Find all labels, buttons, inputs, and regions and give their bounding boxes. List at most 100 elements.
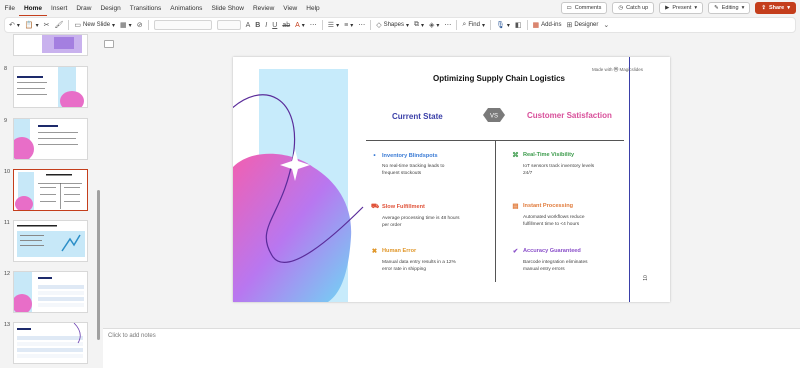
arrange-button[interactable]: ⧉ ▾	[414, 21, 424, 29]
bold-icon: B	[255, 21, 261, 29]
left-item-human-error: ✖ Human Error Manual data entry results i…	[371, 248, 456, 273]
comments-button[interactable]: ▭ Comments	[560, 2, 608, 14]
svg-text:VS: VS	[490, 114, 498, 120]
underline-button[interactable]: U	[272, 22, 277, 29]
font-color-button[interactable]: A ▾	[295, 22, 305, 29]
menu-bar: File Home Insert Draw Design Transitions…	[0, 0, 800, 17]
designer-button[interactable]: ⊞ Designer	[567, 21, 599, 29]
notes-pane[interactable]: Click to add notes	[103, 328, 800, 368]
slide-page-number: 10	[642, 275, 649, 281]
divider	[68, 20, 70, 30]
thumbnail-art	[17, 67, 84, 107]
more-icon: ⋯	[309, 22, 317, 29]
undo-button[interactable]: ↶ ▾	[9, 21, 20, 29]
chevron-down-icon: ⌄	[603, 22, 610, 29]
more-icon: ⋯	[358, 22, 366, 29]
undo-icon: ↶	[9, 22, 15, 29]
find-button[interactable]: ⌕ Find ▾	[462, 21, 485, 29]
dot-icon: •	[373, 152, 376, 159]
strikethrough-icon: ab	[282, 21, 291, 29]
font-size-select[interactable]	[216, 20, 241, 30]
chevron-down-icon: ▾	[694, 5, 698, 11]
shape-fill-icon: ◈	[428, 22, 435, 29]
layout-button[interactable]: ▦ ▾	[120, 21, 132, 29]
vs-badge: VS	[483, 108, 505, 122]
menu-design[interactable]: Design	[96, 5, 125, 12]
ribbon-more-button[interactable]: ⌄	[603, 21, 609, 29]
left-item-inventory: • Inventory Blindspots No real-time track…	[371, 152, 481, 177]
grow-font-icon: A	[245, 21, 251, 29]
hide-slide-button[interactable]: ⊘	[137, 21, 143, 29]
search-icon: ⌕	[462, 21, 467, 28]
ribbon-toolbar: ↶ ▾ 📋 ▾ ✂ 🖌 ▭ New Slide ▾ ▦ ▾ ⊘ A B I U ab A ▾…	[4, 17, 796, 33]
network-icon: ⌘	[512, 152, 519, 159]
brand-logo-icon: ⓜ	[613, 67, 619, 72]
present-button[interactable]: ▶ Present ▾	[659, 2, 704, 14]
thumbnail-art	[15, 172, 82, 210]
menu-help[interactable]: Help	[302, 5, 324, 12]
more-paragraph-button[interactable]: ⋯	[358, 21, 365, 29]
shape-fill-button[interactable]: ◈ ▾	[429, 21, 439, 29]
thumbnails-scrollbar[interactable]	[97, 190, 100, 340]
right-item-visibility: ⌘ Real-Time Visibility IoT sensors track …	[512, 152, 595, 177]
menu-home[interactable]: Home	[19, 2, 47, 16]
menu-file[interactable]: File	[0, 5, 19, 12]
thumbnail-preview	[13, 66, 88, 108]
divider	[490, 20, 491, 30]
more-font-button[interactable]: ⋯	[310, 21, 317, 29]
panel-toggle-icon[interactable]	[104, 40, 114, 48]
shapes-button[interactable]: ◇ Shapes ▾	[376, 21, 409, 29]
share-button[interactable]: ⇪ Share ▾	[755, 2, 796, 14]
menu-view[interactable]: View	[279, 5, 302, 12]
bold-button[interactable]: B	[255, 22, 260, 29]
vertical-divider	[495, 140, 496, 282]
more-drawing-button[interactable]: ⋯	[444, 21, 451, 29]
menu-animations[interactable]: Animations	[166, 5, 207, 12]
italic-button[interactable]: I	[265, 22, 267, 29]
font-family-select[interactable]	[153, 20, 212, 30]
thumbnail-art	[17, 225, 85, 257]
bullets-button[interactable]: ☰ ▾	[328, 21, 339, 29]
arrange-icon: ⧉	[413, 21, 419, 28]
strikethrough-button[interactable]: ab	[282, 22, 290, 29]
divider	[370, 20, 372, 30]
pencil-icon: ✎	[714, 5, 719, 11]
more-icon: ⋯	[444, 22, 452, 29]
hide-slide-icon: ⊘	[136, 22, 143, 29]
new-slide-icon: ▭	[74, 22, 82, 29]
editing-button[interactable]: ✎ Editing ▾	[708, 2, 751, 14]
bullets-icon: ☰	[327, 22, 335, 29]
menu-insert[interactable]: Insert	[47, 5, 72, 12]
catch-up-icon: ◷	[618, 5, 624, 11]
addins-icon: ▦	[532, 22, 540, 29]
new-slide-button[interactable]: ▭ New Slide ▾	[74, 21, 115, 29]
menu-review[interactable]: Review	[248, 5, 278, 12]
layout-icon: ▦	[120, 22, 127, 29]
right-item-processing: ▤ Instant Processing Automated workflows …	[512, 203, 585, 228]
left-item-fulfillment: ⛟ Slow Fulfillment Average processing tim…	[371, 203, 460, 229]
menu-transitions[interactable]: Transitions	[125, 5, 166, 12]
addins-button[interactable]: ▦ Add-ins	[533, 21, 562, 29]
comment-icon: ▭	[566, 5, 572, 11]
cut-button[interactable]: ✂	[44, 21, 50, 29]
document-icon: ▤	[512, 203, 519, 210]
menu-draw[interactable]: Draw	[72, 5, 96, 12]
brush-icon: 🖌	[54, 22, 64, 29]
scissors-icon: ✂	[43, 22, 50, 29]
menu-slideshow[interactable]: Slide Show	[207, 5, 249, 12]
format-painter-button[interactable]: 🖌	[55, 21, 64, 29]
thumbnail-preview	[13, 34, 88, 56]
thumbnail-art	[14, 119, 78, 159]
chevron-down-icon: ▾	[741, 5, 745, 11]
check-icon: ✔	[512, 248, 519, 255]
dictate-button[interactable]: 🎙 ▾	[496, 21, 510, 29]
catch-up-button[interactable]: ◷ Catch up	[612, 2, 655, 14]
slide-10[interactable]: Optimizing Supply Chain Logistics Made w…	[233, 57, 670, 302]
align-button[interactable]: ≡ ▾	[344, 22, 353, 29]
sensitivity-button[interactable]: ◧	[515, 21, 522, 29]
grow-font-button[interactable]: A	[246, 22, 251, 29]
paste-button[interactable]: 📋 ▾	[25, 21, 39, 29]
share-icon: ⇪	[761, 5, 766, 11]
divider	[456, 20, 458, 30]
right-heading: Customer Satisfaction	[527, 111, 612, 120]
